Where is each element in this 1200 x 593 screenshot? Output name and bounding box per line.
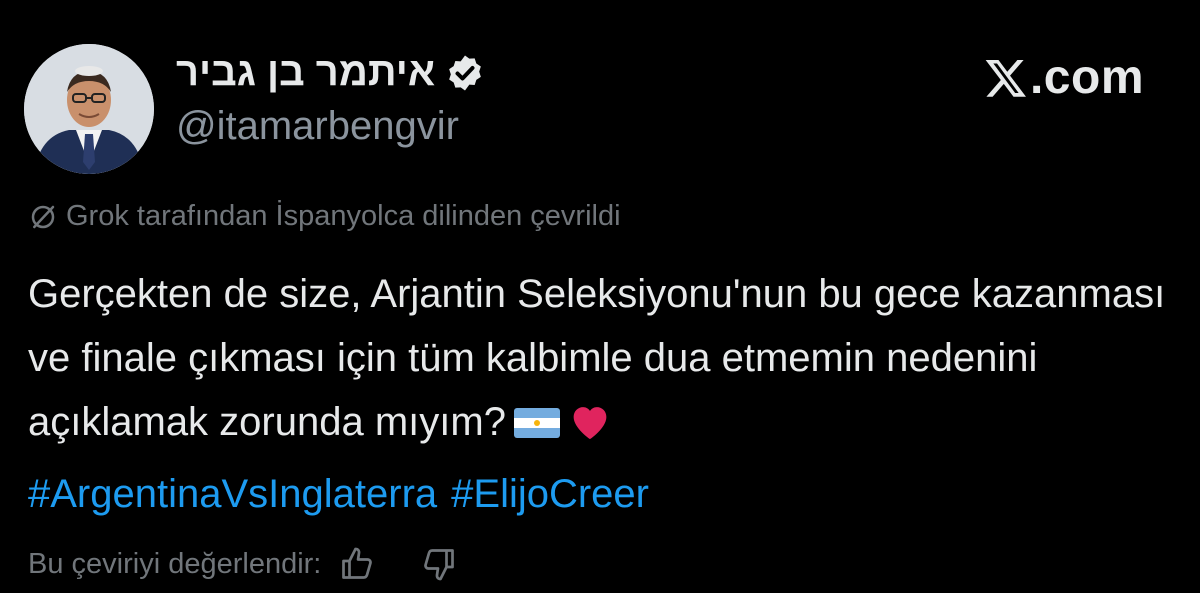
author-handle[interactable]: @itamarbengvir xyxy=(176,104,459,149)
grok-icon xyxy=(31,205,55,228)
thumbs-down-icon[interactable] xyxy=(421,546,457,582)
thumbs-up-icon[interactable] xyxy=(339,546,375,582)
verified-badge-icon xyxy=(449,55,481,90)
x-logo-icon xyxy=(985,59,1026,97)
brand-domain: .com xyxy=(1029,51,1144,104)
author-name-row[interactable]: איתמר בן גביר xyxy=(176,50,485,95)
rate-translation-label: Bu çeviriyi değerlendir: xyxy=(28,547,322,580)
author-display-name[interactable]: איתמר בן גביר xyxy=(176,50,435,95)
avatar-photo xyxy=(24,44,154,174)
tweet-body: Gerçekten de size, Arjantin Seleksiyonu'… xyxy=(28,262,1178,454)
brand-logo: .com xyxy=(984,50,1144,105)
hashtag-list: #ArgentinaVsInglaterra #ElijoCreer xyxy=(28,466,663,522)
translation-note-text: Grok tarafından İspanyolca dilinden çevr… xyxy=(66,200,621,232)
argentina-flag-icon xyxy=(513,408,560,438)
hashtag-link[interactable]: #ElijoCreer xyxy=(451,472,649,516)
rate-translation-row: Bu çeviriyi değerlendir: xyxy=(28,546,457,582)
avatar[interactable] xyxy=(24,44,154,174)
translation-note: Grok tarafından İspanyolca dilinden çevr… xyxy=(28,200,621,233)
hashtag-link[interactable]: #ArgentinaVsInglaterra xyxy=(28,472,437,516)
red-heart-icon xyxy=(573,407,607,440)
